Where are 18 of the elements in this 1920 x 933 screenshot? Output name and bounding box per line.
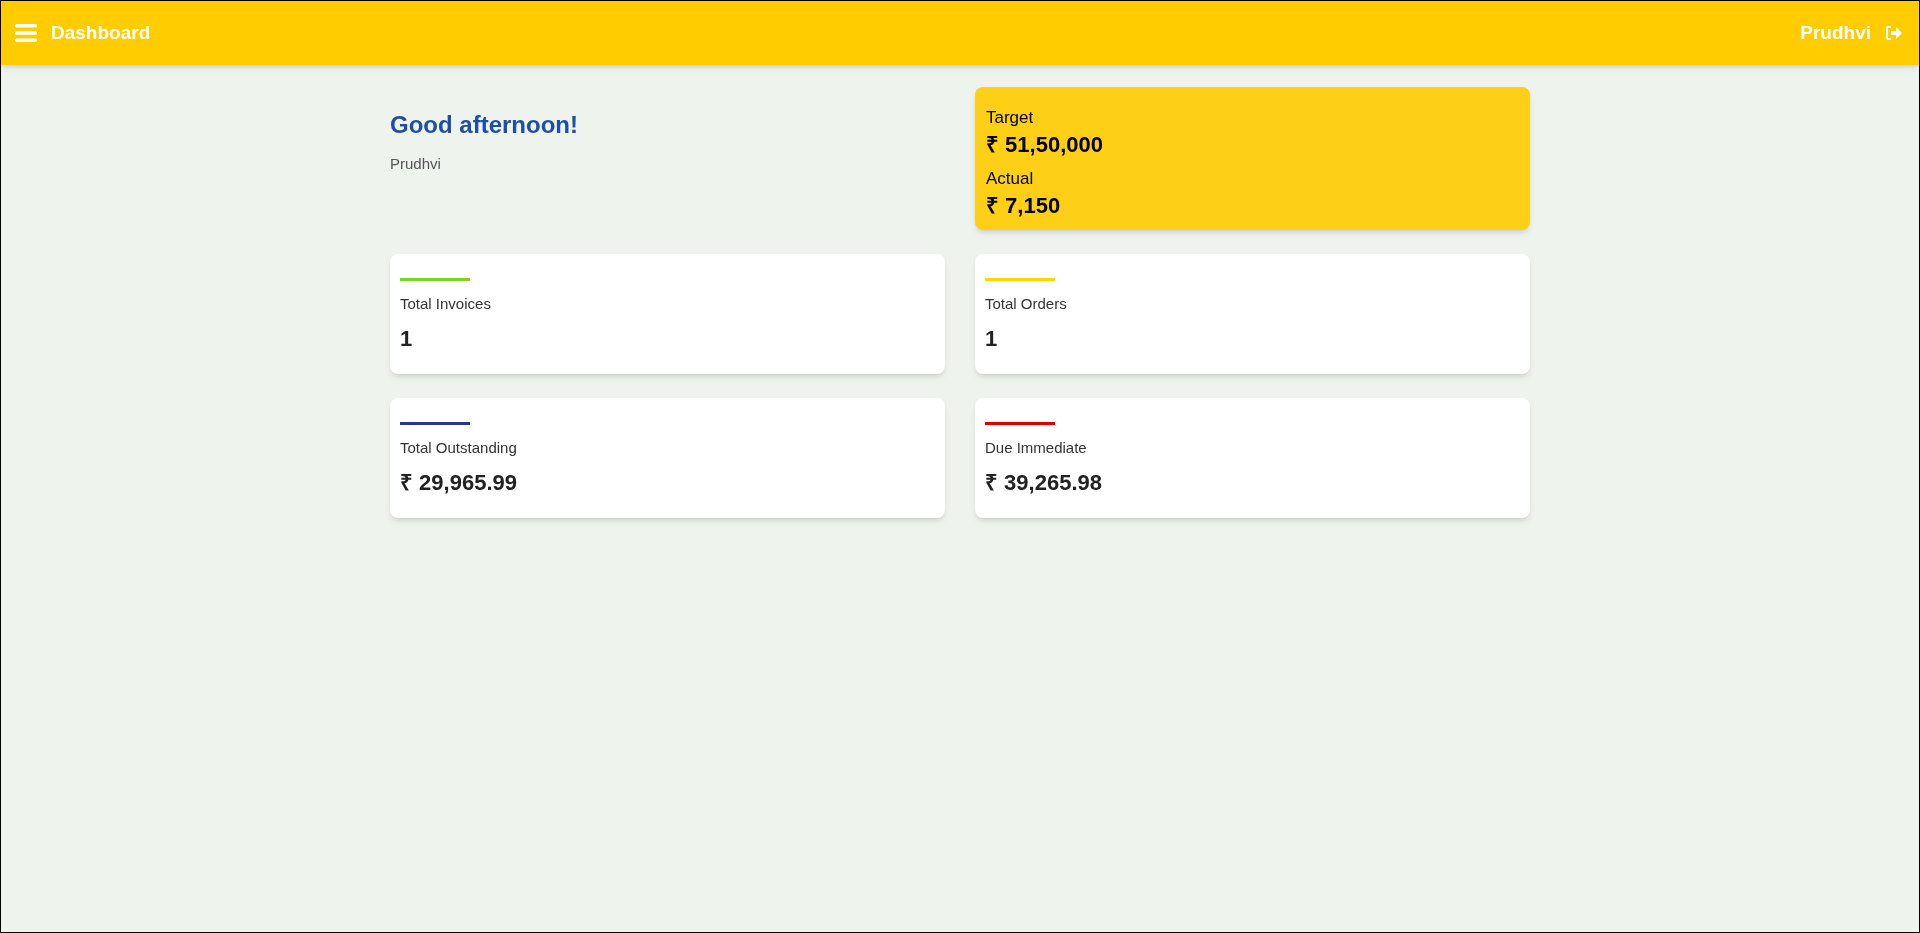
target-label: Target [986,107,1035,129]
logout-icon[interactable] [1885,25,1903,41]
stat-label: Due Immediate [985,438,1088,458]
stat-label: Total Orders [985,294,1068,314]
app-title: Dashboard [51,20,151,45]
stat-label: Total Invoices [400,294,492,314]
target-value: ₹ 51,50,000 [986,130,1104,158]
stat-value: ₹ 39,265.98 [985,468,1103,497]
menu-icon[interactable] [15,24,37,42]
stat-value: 1 [400,324,414,353]
greeting-name: Prudhvi [390,154,442,174]
actual-value: ₹ 7,150 [986,191,1062,219]
stat-label: Total Outstanding [400,438,518,458]
greeting-title: Good afternoon! [390,110,579,140]
user-name: Prudhvi [1800,20,1871,45]
stat-value: 1 [985,324,999,353]
actual-label: Actual [986,168,1035,190]
stat-value: ₹ 29,965.99 [400,468,518,497]
